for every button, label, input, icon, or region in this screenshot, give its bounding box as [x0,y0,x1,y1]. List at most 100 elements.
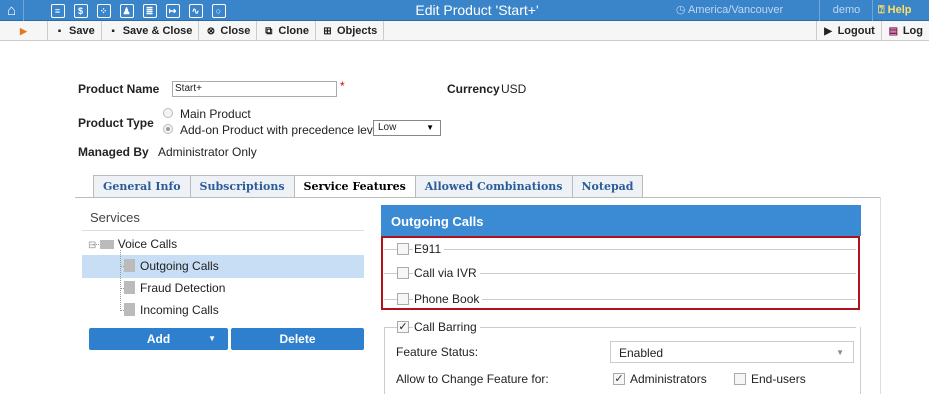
call-barring-label: Call Barring [413,319,480,335]
menu-arrow-icon[interactable]: ▶ [0,21,48,41]
call-via-ivr-label: Call via IVR [413,265,480,281]
tab-notepad[interactable]: Notepad [571,175,644,198]
feature-row-call-via-ivr: Call via IVR [384,265,856,281]
document-icon [124,259,135,272]
clone-icon: ⧉ [265,25,273,37]
logout-icon: ▶ [824,25,832,37]
features-header: Outgoing Calls [381,205,861,236]
quick-tools: ≡ $ ⁘ ♟ ≣ ↦ ∿ ○ [46,0,230,21]
currency-value: USD [501,82,527,96]
e911-label: E911 [413,241,445,257]
tree-connector [120,250,121,311]
tree-item-fraud-detection[interactable]: Fraud Detection [124,277,225,299]
objects-label: Objects [336,25,378,37]
user-name[interactable]: demo [821,0,873,21]
administrators-label: Administrators [630,372,707,386]
administrators-checkbox[interactable]: ✓ [613,373,625,385]
feature-row-e911: E911 [384,241,856,257]
call-via-ivr-checkbox[interactable] [397,267,409,279]
collapse-icon: ⊟ [88,240,97,251]
save-label: Save [69,25,95,37]
allow-change-label: Allow to Change Feature for: [396,372,549,386]
services-header: Services [90,210,140,225]
main-product-radio[interactable] [163,108,173,118]
precedence-value: Low [378,122,397,133]
save-close-label: Save & Close [122,25,193,37]
help-label: Help [887,4,912,16]
tree-item-label: Fraud Detection [140,281,226,295]
managed-by-value: Administrator Only [158,145,257,159]
tree-item-incoming-calls[interactable]: Incoming Calls [124,299,219,321]
tab-general-info[interactable]: General Info [93,175,191,198]
page-title: Edit Product 'Start+' [415,2,539,18]
tab-bar: General Info Subscriptions Service Featu… [93,175,644,198]
delete-button[interactable]: Delete [231,328,364,350]
save-button[interactable]: ▪ Save [48,21,102,41]
export-icon[interactable]: ↦ [161,0,184,21]
end-users-label: End-users [751,372,806,386]
document-icon[interactable]: ≣ [138,0,161,21]
save-close-button[interactable]: ▪ Save & Close [102,21,200,41]
list-icon[interactable]: ≡ [46,0,69,21]
phone-book-label: Phone Book [413,291,483,307]
log-label: Log [902,25,923,37]
tree-item-voice-calls[interactable]: ⊟ Voice Calls [88,233,177,255]
tab-subscriptions[interactable]: Subscriptions [189,175,295,198]
dollar-icon[interactable]: $ [69,0,92,21]
required-marker: * [340,79,345,93]
tab-service-features[interactable]: Service Features [293,175,416,198]
feature-row-phone-book: Phone Book [384,291,856,307]
timezone-label: America/Vancouver [687,4,784,16]
home-icon[interactable]: ⌂ [0,0,24,21]
clock-icon: ◷ [675,4,688,16]
product-name-input[interactable]: Start+ [172,81,337,97]
log-button[interactable]: ▤ Log [882,21,929,41]
addon-product-radio[interactable] [163,124,173,134]
end-users-checkbox[interactable] [734,373,746,385]
grid-icon[interactable]: ⁘ [92,0,115,21]
main-product-label: Main Product [180,107,251,121]
top-bar: ⌂ ≡ $ ⁘ ♟ ≣ ↦ ∿ ○ Edit Product 'Start+' … [0,0,929,21]
add-button[interactable]: Add ▼ [89,328,228,350]
logout-label: Logout [837,25,875,37]
help-link[interactable]: ⍰ Help [878,0,912,21]
tab-divider [75,197,880,198]
chart-icon[interactable]: ∿ [184,0,207,21]
add-label: Add [146,332,171,346]
chevron-down-icon: ▼ [836,348,844,357]
action-toolbar: ▶ ▪ Save ▪ Save & Close ⊗ Close ⧉ Clone … [0,21,929,41]
clone-label: Clone [278,25,309,37]
close-button[interactable]: ⊗ Close [199,21,258,41]
close-icon: ⊗ [206,25,216,37]
clone-button[interactable]: ⧉ Clone [257,21,316,41]
search-icon[interactable]: ○ [207,0,230,21]
product-type-label: Product Type [78,116,154,130]
user-icon[interactable]: ♟ [115,0,138,21]
currency-label: Currency [447,82,500,96]
feature-status-select[interactable]: Enabled ▼ [610,341,854,363]
folder-icon [99,240,114,249]
precedence-select[interactable]: Low ▼ [373,120,441,136]
chevron-down-icon: ▼ [208,334,216,343]
tree-item-outgoing-calls[interactable]: Outgoing Calls [124,255,219,277]
help-icon: ⍰ [878,4,888,16]
objects-button[interactable]: ⊞ Objects [316,21,385,41]
objects-icon: ⊞ [323,25,332,37]
logout-button[interactable]: ▶ Logout [815,21,882,41]
phone-book-checkbox[interactable] [397,293,409,305]
addon-product-label: Add-on Product with precedence level [180,123,383,137]
timezone-link[interactable]: ◷ America/Vancouver [640,0,820,21]
floppy-icon: ▪ [57,25,62,37]
feature-status-value: Enabled [619,346,664,360]
close-label: Close [220,25,251,37]
services-divider [82,230,364,231]
call-barring-checkbox[interactable]: ✓ [397,321,409,333]
document-icon [124,303,135,316]
feature-row-call-barring: ✓ Call Barring [384,319,856,335]
tree-item-label: Outgoing Calls [140,259,219,273]
tree-item-label: Incoming Calls [140,303,219,317]
chevron-down-icon: ▼ [426,123,434,132]
floppy-close-icon: ▪ [111,25,115,37]
e911-checkbox[interactable] [397,243,409,255]
tab-allowed-combinations[interactable]: Allowed Combinations [414,175,573,198]
